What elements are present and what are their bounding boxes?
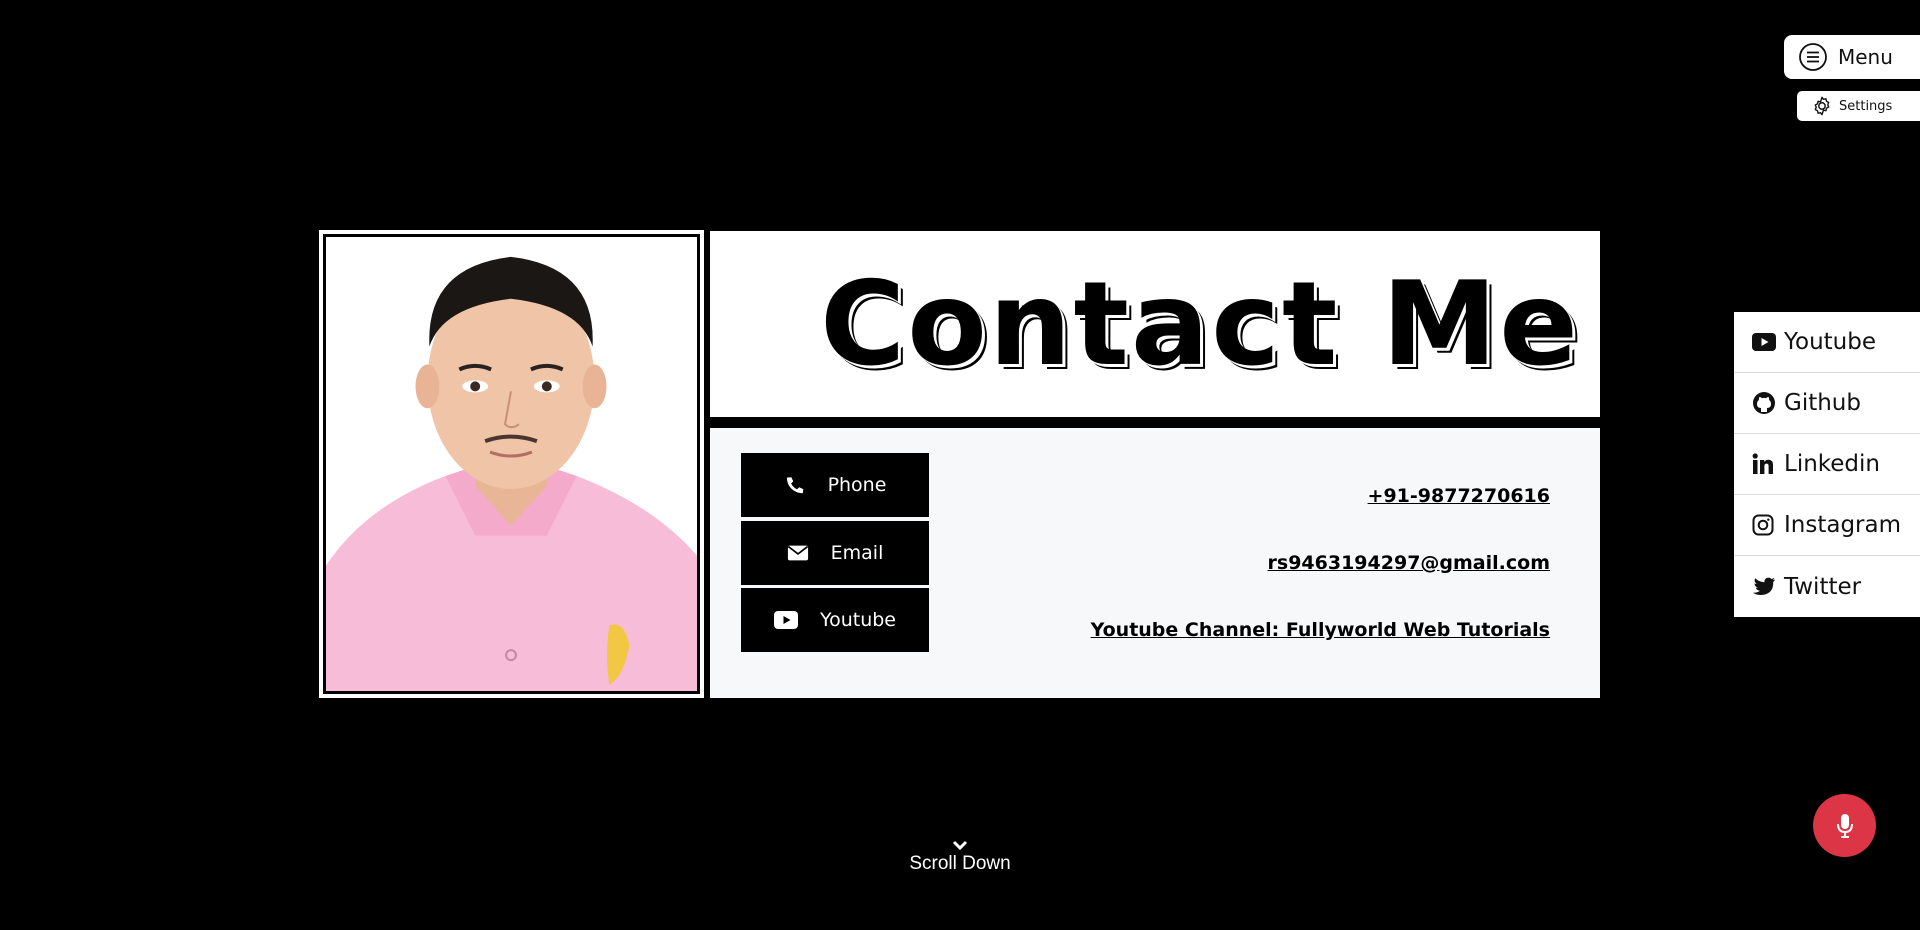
settings-label: Settings: [1839, 98, 1893, 114]
social-label: Youtube: [1784, 329, 1876, 355]
social-label: Linkedin: [1784, 451, 1880, 477]
social-item-youtube[interactable]: Youtube: [1734, 312, 1920, 373]
social-label: Instagram: [1784, 512, 1902, 538]
phone-button-label: Phone: [827, 474, 887, 496]
email-button-label: Email: [830, 542, 884, 564]
phone-number-link[interactable]: +91-9877270616: [1368, 485, 1550, 507]
microphone-icon: [1835, 813, 1855, 839]
instagram-icon: [1752, 514, 1780, 536]
menu-label: Menu: [1838, 45, 1893, 69]
scroll-down-button[interactable]: Scroll Down: [900, 835, 1020, 875]
menu-button[interactable]: Menu: [1784, 35, 1920, 79]
social-item-github[interactable]: Github: [1734, 373, 1920, 434]
email-link[interactable]: rs9463194297@gmail.com: [1268, 552, 1550, 574]
scroll-down-label: Scroll Down: [909, 853, 1011, 874]
phone-icon: [784, 474, 806, 496]
page-title: Contact Me: [820, 256, 1580, 392]
social-label: Github: [1784, 390, 1861, 416]
twitter-icon: [1752, 577, 1780, 597]
social-label: Twitter: [1784, 573, 1862, 600]
contact-panel: Phone Email Youtube +91-9877270616 rs946…: [710, 428, 1600, 698]
email-button[interactable]: Email: [741, 521, 929, 585]
hamburger-icon: [1798, 42, 1828, 72]
title-panel: Contact Me: [710, 231, 1600, 417]
social-item-instagram[interactable]: Instagram: [1734, 495, 1920, 556]
social-item-linkedin[interactable]: Linkedin: [1734, 434, 1920, 495]
youtube-icon: [1752, 333, 1780, 351]
linkedin-icon: [1752, 453, 1780, 475]
voice-input-button[interactable]: [1813, 794, 1876, 857]
youtube-icon: [774, 611, 798, 629]
settings-button[interactable]: Settings: [1797, 91, 1920, 121]
youtube-button[interactable]: Youtube: [741, 588, 929, 652]
youtube-channel-link[interactable]: Youtube Channel: Fullyworld Web Tutorial…: [1091, 619, 1550, 641]
envelope-icon: [787, 544, 809, 562]
social-links-list: Youtube Github Linkedin Instagram Twitte…: [1734, 312, 1920, 617]
gear-icon: [1811, 95, 1833, 117]
phone-button[interactable]: Phone: [741, 453, 929, 517]
profile-photo: [323, 234, 700, 694]
youtube-button-label: Youtube: [820, 609, 896, 631]
github-icon: [1752, 391, 1780, 415]
social-item-twitter[interactable]: Twitter: [1734, 556, 1920, 617]
chevron-down-icon: [952, 835, 968, 851]
profile-photo-frame: [319, 230, 704, 698]
